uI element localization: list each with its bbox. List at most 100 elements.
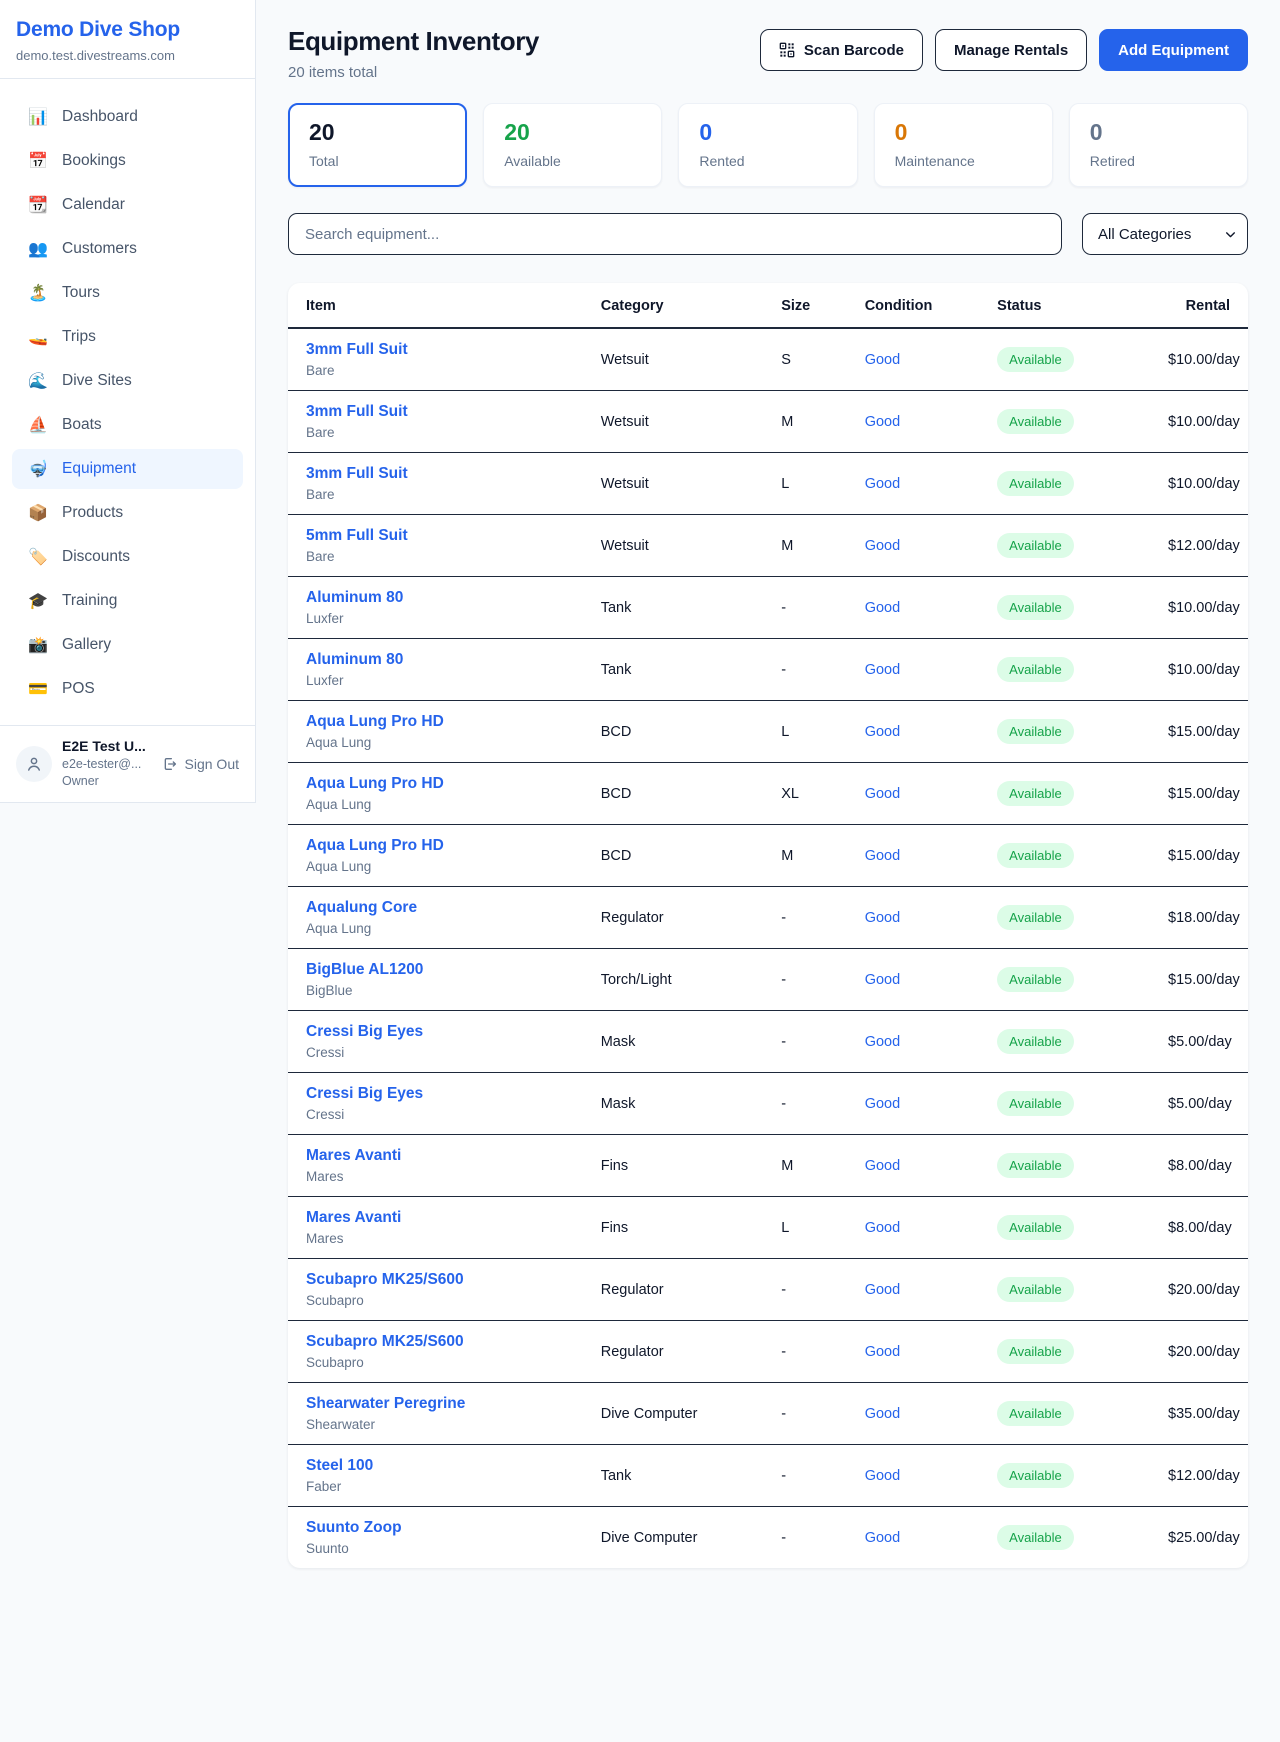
item-cell: Shearwater Peregrine Shearwater: [288, 1383, 583, 1445]
item-name-link[interactable]: Aqua Lung Pro HD: [306, 775, 565, 793]
item-name-link[interactable]: BigBlue AL1200: [306, 961, 565, 979]
rental-cell: $15.00/day: [1150, 949, 1248, 1011]
condition-link[interactable]: Good: [865, 1406, 900, 1422]
sidebar-item[interactable]: 🏷️ Discounts: [12, 537, 243, 577]
stat-card[interactable]: 20 Available: [483, 103, 662, 187]
item-name-link[interactable]: Aluminum 80: [306, 589, 565, 607]
sidebar-item[interactable]: 🌊 Dive Sites: [12, 361, 243, 401]
category-filter-select[interactable]: All Categories: [1082, 213, 1248, 255]
manage-rentals-button[interactable]: Manage Rentals: [935, 29, 1087, 71]
condition-link[interactable]: Good: [865, 1344, 900, 1360]
condition-link[interactable]: Good: [865, 1034, 900, 1050]
condition-link[interactable]: Good: [865, 848, 900, 864]
condition-link[interactable]: Good: [865, 414, 900, 430]
sidebar-item[interactable]: 👥 Customers: [12, 229, 243, 269]
stat-card[interactable]: 20 Total: [288, 103, 467, 187]
page-header: Equipment Inventory 20 items total: [288, 26, 1248, 81]
condition-link[interactable]: Good: [865, 1096, 900, 1112]
item-name-link[interactable]: Aqua Lung Pro HD: [306, 713, 565, 731]
item-name-link[interactable]: Mares Avanti: [306, 1209, 565, 1227]
condition-cell: Good: [847, 391, 979, 453]
add-equipment-button[interactable]: Add Equipment: [1099, 29, 1248, 71]
scan-barcode-label: Scan Barcode: [804, 42, 904, 59]
stat-card[interactable]: 0 Rented: [678, 103, 857, 187]
item-cell: Aqua Lung Pro HD Aqua Lung: [288, 825, 583, 887]
size-cell: -: [763, 1073, 847, 1135]
item-name-link[interactable]: Mares Avanti: [306, 1147, 565, 1165]
item-name-link[interactable]: Aluminum 80: [306, 651, 565, 669]
status-badge: Available: [997, 1401, 1074, 1426]
table-row: Suunto Zoop Suunto Dive Computer - Good …: [288, 1507, 1248, 1569]
status-cell: Available: [979, 825, 1150, 887]
item-name-link[interactable]: 3mm Full Suit: [306, 341, 565, 359]
condition-link[interactable]: Good: [865, 1530, 900, 1546]
sidebar-item[interactable]: 📆 Calendar: [12, 185, 243, 225]
condition-link[interactable]: Good: [865, 662, 900, 678]
stat-card[interactable]: 0 Maintenance: [874, 103, 1053, 187]
sidebar-item-icon: 🌊: [28, 371, 48, 391]
size-cell: -: [763, 577, 847, 639]
sidebar-item[interactable]: 💳 POS: [12, 669, 243, 709]
item-cell: Aqua Lung Pro HD Aqua Lung: [288, 763, 583, 825]
sign-out-button[interactable]: Sign Out: [162, 756, 239, 772]
condition-link[interactable]: Good: [865, 538, 900, 554]
sidebar-item[interactable]: 📸 Gallery: [12, 625, 243, 665]
item-name-link[interactable]: 3mm Full Suit: [306, 465, 565, 483]
condition-link[interactable]: Good: [865, 972, 900, 988]
item-name-link[interactable]: Aqua Lung Pro HD: [306, 837, 565, 855]
item-cell: 3mm Full Suit Bare: [288, 328, 583, 391]
stat-card[interactable]: 0 Retired: [1069, 103, 1248, 187]
sidebar-item[interactable]: 🏝️ Tours: [12, 273, 243, 313]
sidebar-item[interactable]: 🎓 Training: [12, 581, 243, 621]
item-cell: Suunto Zoop Suunto: [288, 1507, 583, 1569]
status-badge: Available: [997, 657, 1074, 682]
item-name-link[interactable]: Shearwater Peregrine: [306, 1395, 565, 1413]
rental-cell: $10.00/day: [1150, 391, 1248, 453]
sidebar-item-label: Bookings: [62, 152, 126, 170]
condition-link[interactable]: Good: [865, 1158, 900, 1174]
category-cell: Fins: [583, 1197, 763, 1259]
status-badge: Available: [997, 843, 1074, 868]
condition-link[interactable]: Good: [865, 1220, 900, 1236]
item-name-link[interactable]: Cressi Big Eyes: [306, 1085, 565, 1103]
item-cell: Aluminum 80 Luxfer: [288, 639, 583, 701]
sidebar-item[interactable]: 🤿 Equipment: [12, 449, 243, 489]
sidebar-item[interactable]: 📅 Bookings: [12, 141, 243, 181]
condition-link[interactable]: Good: [865, 786, 900, 802]
status-badge: Available: [997, 1339, 1074, 1364]
status-cell: Available: [979, 1011, 1150, 1073]
condition-link[interactable]: Good: [865, 724, 900, 740]
sidebar-item-icon: 📸: [28, 635, 48, 655]
item-name-link[interactable]: Aqualung Core: [306, 899, 565, 917]
condition-link[interactable]: Good: [865, 1282, 900, 1298]
item-name-link[interactable]: 3mm Full Suit: [306, 403, 565, 421]
condition-link[interactable]: Good: [865, 600, 900, 616]
item-brand: Luxfer: [306, 611, 565, 626]
sidebar-item[interactable]: ⛵ Boats: [12, 405, 243, 445]
item-cell: 3mm Full Suit Bare: [288, 453, 583, 515]
category-cell: Wetsuit: [583, 328, 763, 391]
sidebar-item[interactable]: 📦 Products: [12, 493, 243, 533]
sidebar-item-icon: 🏷️: [28, 547, 48, 567]
item-name-link[interactable]: 5mm Full Suit: [306, 527, 565, 545]
scan-barcode-button[interactable]: Scan Barcode: [760, 29, 923, 71]
rental-cell: $8.00/day: [1150, 1135, 1248, 1197]
item-name-link[interactable]: Scubapro MK25/S600: [306, 1333, 565, 1351]
item-name-link[interactable]: Scubapro MK25/S600: [306, 1271, 565, 1289]
sidebar-item[interactable]: 🚤 Trips: [12, 317, 243, 357]
condition-link[interactable]: Good: [865, 476, 900, 492]
sidebar-item[interactable]: 📊 Dashboard: [12, 97, 243, 137]
status-badge: Available: [997, 533, 1074, 558]
item-brand: Aqua Lung: [306, 797, 565, 812]
item-brand: Mares: [306, 1169, 565, 1184]
item-name-link[interactable]: Steel 100: [306, 1457, 565, 1475]
condition-link[interactable]: Good: [865, 352, 900, 368]
condition-link[interactable]: Good: [865, 1468, 900, 1484]
condition-cell: Good: [847, 1073, 979, 1135]
condition-cell: Good: [847, 639, 979, 701]
condition-link[interactable]: Good: [865, 910, 900, 926]
item-name-link[interactable]: Cressi Big Eyes: [306, 1023, 565, 1041]
search-input[interactable]: [288, 213, 1062, 255]
item-brand: Cressi: [306, 1107, 565, 1122]
item-name-link[interactable]: Suunto Zoop: [306, 1519, 565, 1537]
